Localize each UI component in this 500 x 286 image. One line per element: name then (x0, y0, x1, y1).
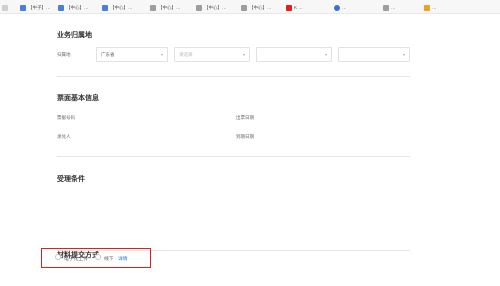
offline-label[interactable]: 线下 (104, 255, 114, 262)
page-icon (334, 4, 340, 11)
bookmark-item[interactable]: 【中心】… (150, 3, 192, 12)
radio-offline[interactable] (95, 254, 101, 260)
page-icon (196, 4, 202, 11)
acceptor-label: 承兑人 (57, 134, 71, 139)
city-select[interactable]: 请选择 ▾ (174, 47, 250, 62)
bookmark-item[interactable]: 【中心】… (196, 3, 236, 12)
divider (57, 76, 410, 77)
bookmark-item[interactable]: … (334, 3, 378, 12)
bookmark-item[interactable]: K … (286, 3, 326, 12)
chevron-down-icon: ▾ (324, 52, 327, 57)
section-title-business: 业务归属地 (57, 32, 92, 39)
issue-date-label: 出票日期 (236, 115, 254, 120)
district-select[interactable]: ▾ (256, 47, 332, 62)
city-placeholder: 请选择 (179, 52, 193, 57)
page-icon (58, 4, 64, 11)
bill-number-label: 票据号码 (57, 115, 75, 120)
page-icon (102, 4, 108, 11)
bookmark-item[interactable] (2, 3, 16, 12)
bookmark-item[interactable]: 【中心】… (102, 3, 142, 12)
due-date-label: 到期日期 (236, 134, 254, 139)
bookmark-item[interactable]: … (383, 3, 419, 12)
section-title-basic-info: 票面基本信息 (57, 95, 99, 102)
divider (57, 156, 410, 157)
bookmark-item[interactable]: … (424, 3, 464, 12)
page-icon (286, 4, 292, 11)
bookmark-item[interactable]: 【中心】… (241, 3, 281, 12)
page-icon (383, 4, 389, 11)
online-upload-label[interactable]: 电子化上传 (64, 255, 88, 262)
province-select[interactable]: 广东省 ▾ (96, 47, 168, 62)
chevron-down-icon: ▾ (160, 52, 163, 57)
region-label: 归属地 (57, 52, 71, 57)
bookmarks-bar: 【中子】… 【中心】… 【中心】… 【中心】… 【中心】… 【中心】… K … … (0, 0, 500, 14)
page-icon (20, 4, 26, 11)
street-select[interactable]: ▾ (338, 47, 410, 62)
section-title-conditions: 受理条件 (57, 176, 85, 183)
chevron-down-icon: ▾ (242, 52, 245, 57)
page-content: 业务归属地 归属地 广东省 ▾ 请选择 ▾ ▾ ▾ 票面基本信息 票据号码 出票… (0, 14, 500, 286)
page-icon (424, 4, 430, 11)
page-icon (241, 4, 247, 11)
bookmark-item[interactable]: 【中子】… (20, 3, 54, 12)
page-icon (2, 4, 8, 11)
page-icon (150, 4, 156, 11)
province-value: 广东省 (101, 52, 115, 57)
bookmark-item[interactable]: 【中心】… (58, 3, 98, 12)
radio-online-upload[interactable] (55, 254, 61, 260)
chevron-down-icon: ▾ (402, 52, 405, 57)
details-link[interactable]: 详情 (118, 255, 128, 262)
